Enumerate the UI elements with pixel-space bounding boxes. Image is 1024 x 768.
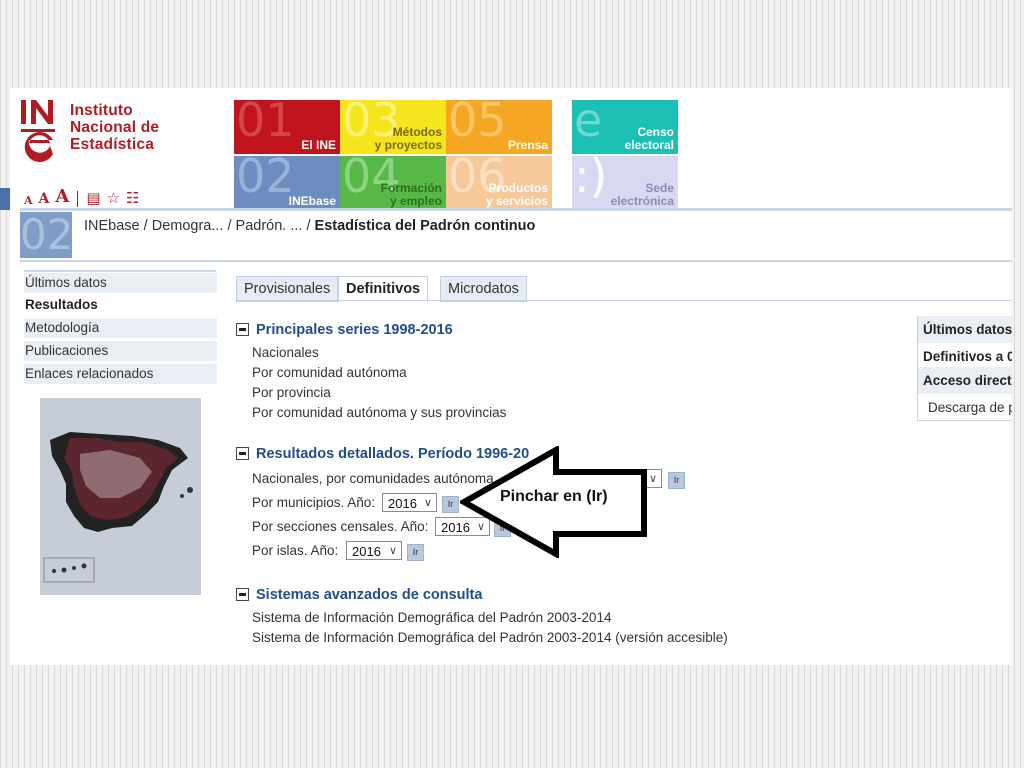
tab-underline: [236, 300, 1012, 301]
tile-number: 05: [448, 100, 507, 147]
section-title-principales[interactable]: Principales series 1998-2016: [256, 322, 453, 338]
ir-button-municipios[interactable]: Ir: [442, 496, 459, 513]
link-comunidad-provincias[interactable]: Por comunidad autónoma y sus provincias: [252, 405, 506, 420]
sidebar-item-metodologia[interactable]: Metodología: [24, 318, 217, 340]
sitemap-icon[interactable]: ☷: [126, 189, 139, 207]
breadcrumb-link[interactable]: Padrón. ...: [236, 218, 303, 234]
tile-label: Métodos y proyectos: [374, 125, 442, 152]
sidebar-top-rule: [24, 270, 216, 272]
ine-logo-icon[interactable]: [20, 98, 60, 168]
font-large-button[interactable]: A: [55, 186, 69, 207]
rightbox-ultimos-datos: Últimos datos: [917, 316, 1012, 343]
sidebar-item-resultados[interactable]: Resultados: [24, 295, 217, 315]
nav-tile-formacion[interactable]: 04 Formación y empleo: [340, 156, 446, 210]
tile-label: Formación y empleo: [380, 181, 442, 208]
nav-tile-sede-electronica[interactable]: :) Sede electrónica: [572, 156, 678, 210]
link-por-provincia[interactable]: Por provincia: [252, 385, 331, 400]
tile-label: Prensa: [507, 138, 548, 152]
tile-number: 01: [236, 100, 295, 147]
rightbox-descarga[interactable]: Descarga de p: [917, 394, 1012, 421]
logo-line: Estadística: [70, 136, 155, 153]
annotation-text: Pinchar en (Ir): [500, 488, 608, 505]
sidebar-item-publicaciones[interactable]: Publicaciones: [24, 341, 217, 363]
nav-tile-metodos[interactable]: 03 Métodos y proyectos: [340, 100, 446, 154]
sidebar-item-enlaces[interactable]: Enlaces relacionados: [24, 364, 217, 386]
ir-button-nacionales[interactable]: Ir: [668, 472, 685, 489]
tile-label: Productos y servicios: [485, 181, 548, 208]
collapse-icon[interactable]: [236, 588, 249, 601]
tab-microdatos[interactable]: Microdatos: [440, 276, 527, 302]
chevron-down-icon: ∨: [388, 545, 397, 557]
document-icon[interactable]: ▤: [86, 189, 100, 207]
nav-tile-inebase[interactable]: 02 INEbase: [234, 156, 340, 210]
tile-number: e: [574, 100, 603, 147]
section-number-box: 02: [20, 212, 72, 258]
breadcrumb-link[interactable]: INEbase: [84, 218, 140, 234]
logo-line: Nacional de: [70, 119, 160, 136]
spain-map-image[interactable]: [40, 398, 201, 595]
breadcrumb-current: Estadística del Padrón continuo: [314, 218, 536, 234]
year-select-value: 2016: [352, 544, 381, 559]
collapse-icon[interactable]: [236, 323, 249, 336]
year-select-value: 2016: [388, 496, 417, 511]
chevron-down-icon: ∨: [648, 473, 657, 485]
sidebar-item-ultimos-datos[interactable]: Últimos datos: [24, 273, 217, 295]
year-select-islas[interactable]: 2016 ∨: [346, 541, 402, 560]
nav-tile-censo-electoral[interactable]: e Censo electoral: [572, 100, 678, 154]
tile-label: INEbase: [288, 194, 336, 208]
font-small-button[interactable]: A: [24, 194, 33, 207]
row-label-nacionales-ccaa: Nacionales, por comunidades autónoma: [252, 471, 494, 486]
link-por-comunidad[interactable]: Por comunidad autónoma: [252, 365, 407, 380]
chevron-down-icon: ∨: [423, 497, 432, 509]
tile-number: :): [574, 156, 608, 203]
header-divider: [20, 208, 1012, 211]
link-nacionales[interactable]: Nacionales: [252, 345, 319, 360]
tab-provisionales[interactable]: Provisionales: [236, 276, 339, 302]
rightbox-definitivos[interactable]: Definitivos a 0: [917, 343, 1012, 370]
nav-tile-prensa[interactable]: 05 Prensa: [446, 100, 552, 154]
tile-label: Sede electrónica: [610, 181, 674, 208]
breadcrumb-divider: [20, 260, 1012, 262]
nav-tile-el-ine[interactable]: 01 El INE: [234, 100, 340, 154]
tab-definitivos[interactable]: Definitivos: [338, 276, 429, 302]
collapse-icon[interactable]: [236, 447, 249, 460]
tile-number: 02: [236, 156, 295, 203]
ir-button-islas[interactable]: Ir: [407, 544, 424, 561]
logo-wordmark[interactable]: Instituto Nacional de Estadística: [70, 102, 159, 153]
toolbar-divider: [77, 191, 79, 207]
tile-label: Censo electoral: [624, 125, 674, 152]
row-label-islas: Por islas. Año:: [252, 543, 339, 558]
row-label-secciones: Por secciones censales. Año:: [252, 519, 429, 534]
section-title-avanzados[interactable]: Sistemas avanzados de consulta: [256, 587, 482, 603]
breadcrumb: INEbase / Demogra... / Padrón. ... / Est…: [84, 218, 536, 234]
link-sistema-padron[interactable]: Sistema de Información Demográfica del P…: [252, 610, 611, 625]
font-medium-button[interactable]: A: [39, 191, 50, 207]
nav-tile-productos[interactable]: 06 Productos y servicios: [446, 156, 552, 210]
accessibility-toolbar: A A A ▤ ☆ ☷: [24, 186, 139, 207]
logo-line: Instituto: [70, 102, 133, 119]
link-sistema-padron-accesible[interactable]: Sistema de Información Demográfica del P…: [252, 630, 728, 645]
browser-screenshot-panel: Instituto Nacional de Estadística A A A …: [10, 88, 1012, 665]
tile-label: El INE: [301, 138, 336, 152]
rightbox-acceso-directo: Acceso directo: [917, 367, 1012, 394]
year-select-municipios[interactable]: 2016 ∨: [382, 493, 437, 512]
breadcrumb-link[interactable]: Demogra...: [152, 218, 224, 234]
row-label-municipios: Por municipios. Año:: [252, 495, 376, 510]
star-icon[interactable]: ☆: [107, 189, 120, 207]
